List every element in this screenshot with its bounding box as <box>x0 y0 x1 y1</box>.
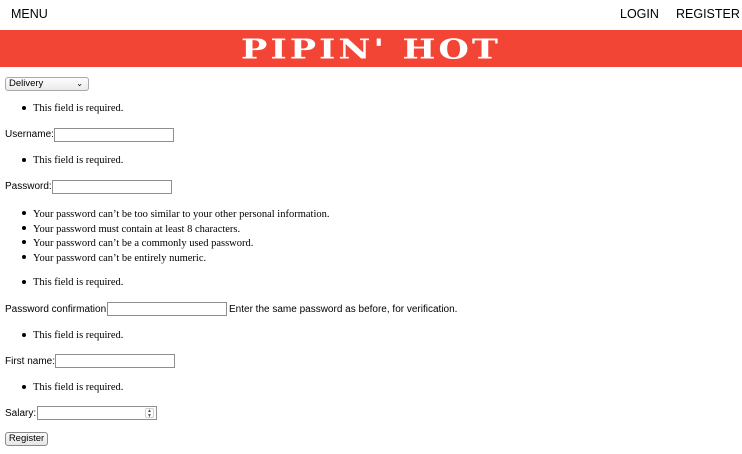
first-name-input[interactable] <box>55 354 175 368</box>
register-button[interactable]: Register <box>5 432 48 446</box>
password-help-item: Your password can’t be a commonly used p… <box>22 237 329 252</box>
role-select-value: Delivery <box>9 78 44 89</box>
role-select[interactable]: Delivery ⌄ <box>5 77 89 91</box>
role-error-list: This field is required. <box>22 103 123 114</box>
site-banner: PIPIN' HOT <box>0 30 742 67</box>
password-help-item: Your password can’t be too similar to yo… <box>22 208 329 223</box>
top-navigation: MENU LOGIN REGISTER <box>0 0 742 30</box>
username-input[interactable] <box>54 128 174 142</box>
password-confirmation-error-list: This field is required. <box>22 330 123 341</box>
first-name-error: This field is required. <box>22 382 123 393</box>
password-error-list: This field is required. <box>22 277 123 288</box>
menu-link[interactable]: MENU <box>11 7 48 21</box>
password-help-list: Your password can’t be too similar to yo… <box>22 208 329 267</box>
chevron-down-icon: ⌄ <box>76 79 83 88</box>
register-link[interactable]: REGISTER <box>676 7 740 21</box>
password-help-item: Your password can’t be entirely numeric. <box>22 252 329 267</box>
first-name-label: First name: <box>5 356 56 367</box>
password-confirmation-input[interactable] <box>107 302 227 316</box>
username-label: Username: <box>5 129 54 140</box>
username-error: This field is required. <box>22 155 123 166</box>
username-error-list: This field is required. <box>22 155 123 166</box>
salary-label: Salary: <box>5 408 37 419</box>
login-link[interactable]: LOGIN <box>620 7 659 21</box>
password-input[interactable] <box>52 180 172 194</box>
number-stepper-icon[interactable]: ▲ ▼ <box>145 408 154 419</box>
password-label: Password: <box>5 181 52 192</box>
password-confirmation-label: Password confirmation: <box>5 304 109 315</box>
first-name-error-list: This field is required. <box>22 382 123 393</box>
password-confirmation-error: This field is required. <box>22 330 123 341</box>
salary-input[interactable]: ▲ ▼ <box>37 406 157 420</box>
password-error: This field is required. <box>22 277 123 288</box>
password-help-item: Your password must contain at least 8 ch… <box>22 223 329 238</box>
role-error: This field is required. <box>22 103 123 114</box>
site-title: PIPIN' HOT <box>241 33 501 65</box>
password-confirmation-help: Enter the same password as before, for v… <box>229 304 458 315</box>
